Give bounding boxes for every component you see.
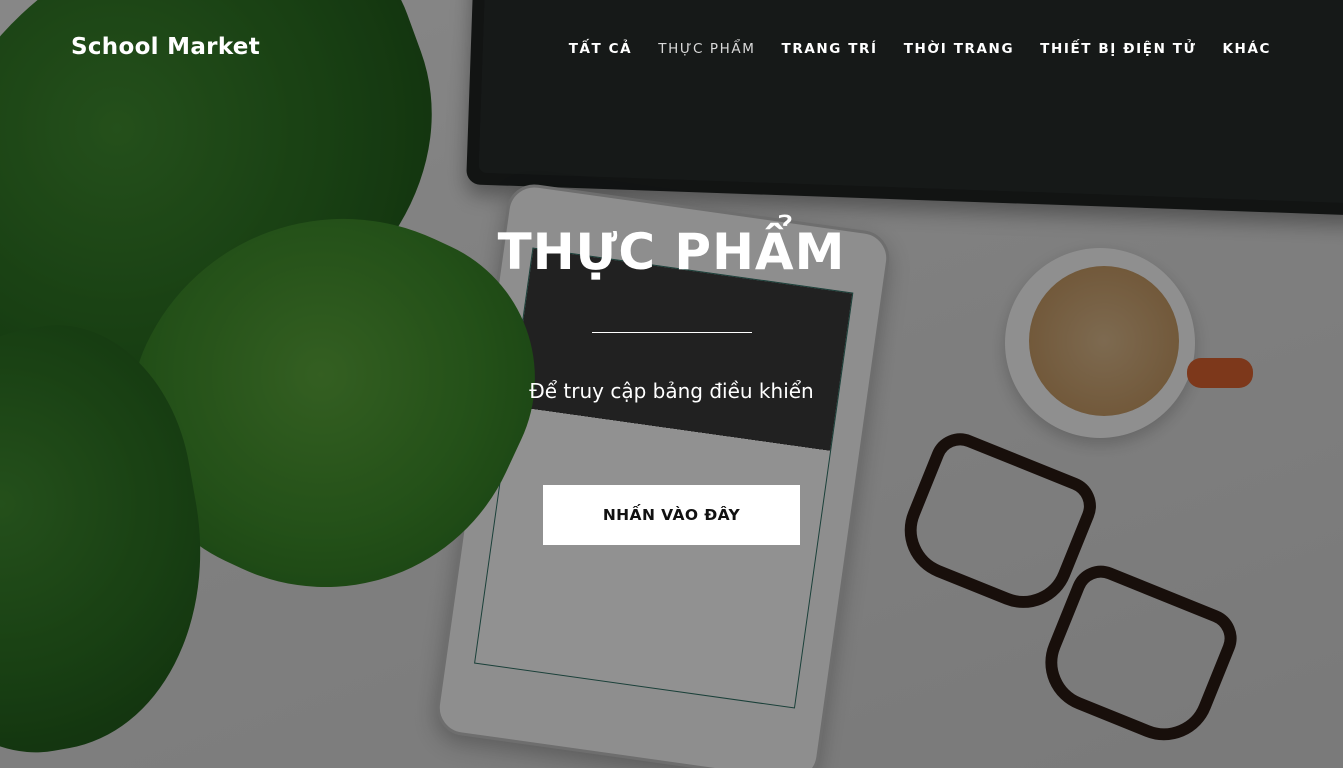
hero-title: THỰC PHẨM (497, 223, 846, 281)
nav-link-fashion[interactable]: THỜI TRANG (904, 41, 1014, 57)
nav-item-fashion: THỜI TRANG (904, 40, 1014, 58)
hero-content: THỰC PHẨM Để truy cập bảng điều khiển NH… (0, 218, 1343, 545)
nav-item-electronics: THIẾT BỊ ĐIỆN TỬ (1040, 40, 1196, 58)
nav-link-decor[interactable]: TRANG TRÍ (782, 41, 878, 57)
nav-link-food[interactable]: THỰC PHẨM (658, 41, 755, 57)
nav-item-food: THỰC PHẨM (658, 40, 755, 58)
nav-item-other: KHÁC (1222, 40, 1271, 58)
hero-subtitle: Để truy cập bảng điều khiển (529, 379, 814, 403)
title-divider (591, 332, 752, 333)
nav-link-electronics[interactable]: THIẾT BỊ ĐIỆN TỬ (1040, 41, 1196, 57)
main-nav: TẤT CẢ THỰC PHẨM TRANG TRÍ THỜI TRANG TH… (569, 40, 1271, 58)
hero-section: School Market TẤT CẢ THỰC PHẨM TRANG TRÍ… (0, 0, 1343, 768)
nav-item-decor: TRANG TRÍ (782, 40, 878, 58)
cta-button[interactable]: NHẤN VÀO ĐÂY (543, 485, 800, 545)
nav-item-all: TẤT CẢ (569, 40, 633, 58)
nav-link-all[interactable]: TẤT CẢ (569, 41, 633, 57)
nav-link-other[interactable]: KHÁC (1222, 41, 1271, 57)
brand-logo-link[interactable]: School Market (71, 34, 260, 60)
site-header: School Market TẤT CẢ THỰC PHẨM TRANG TRÍ… (0, 0, 1343, 100)
